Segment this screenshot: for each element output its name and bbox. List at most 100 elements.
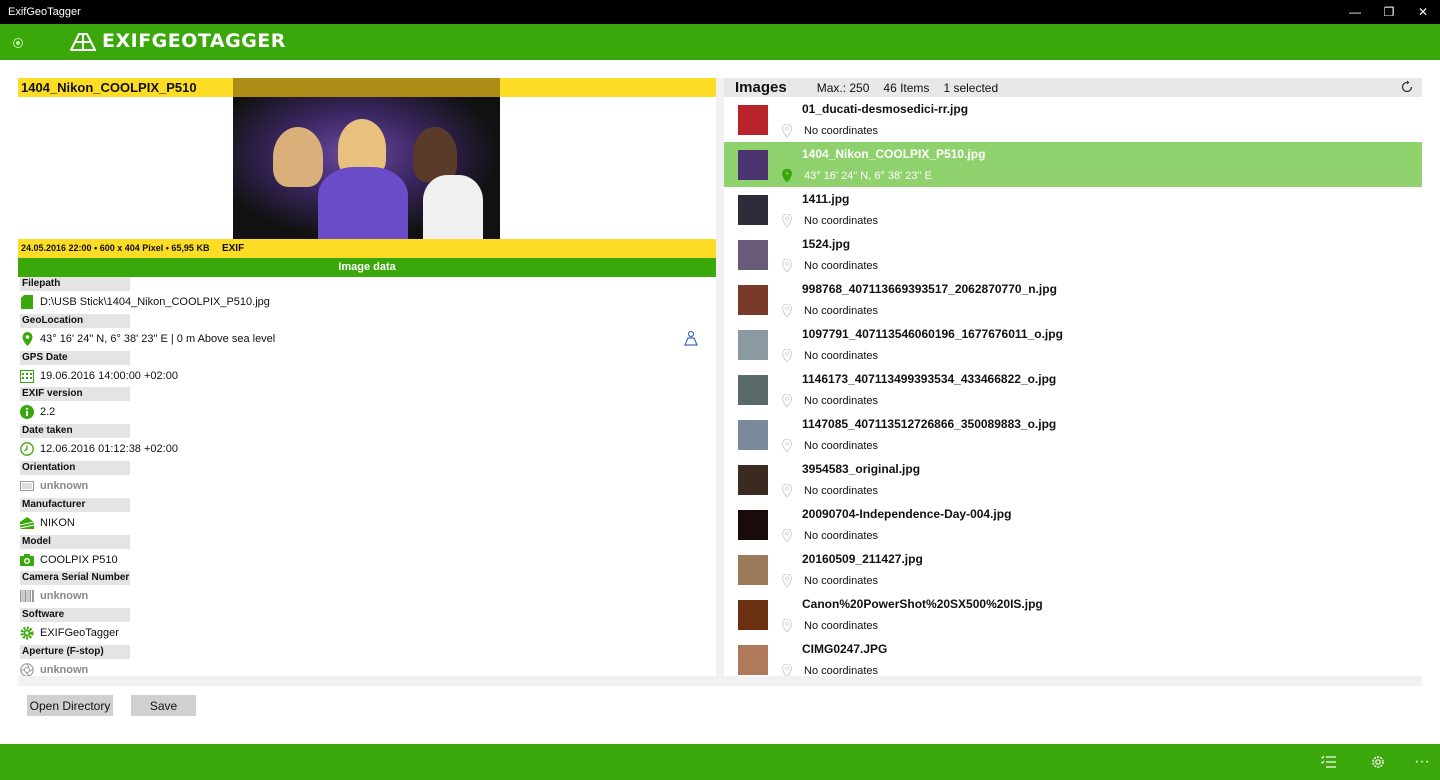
image-coordinates: No coordinates [804, 260, 878, 272]
logo-text: EXIFGEOTAGGER [102, 30, 286, 52]
image-list-item[interactable]: 1097791_407113546060196_1677676011_o.jpg… [724, 322, 1422, 367]
gear-icon[interactable] [1369, 753, 1387, 771]
field-label: Date taken [20, 424, 130, 439]
clock-icon [20, 442, 34, 457]
close-button[interactable]: ✕ [1406, 0, 1440, 24]
location-pin-icon [782, 484, 792, 497]
images-header: Images Max.: 250 46 Items 1 selected [724, 78, 1422, 97]
image-thumbnail [738, 195, 768, 225]
image-coordinates: 43° 16' 24" N, 6° 38' 23" E [804, 170, 932, 182]
image-list-item[interactable]: CIMG0247.JPG No coordinates [724, 637, 1422, 676]
field-value: unknown [20, 661, 88, 676]
field-label: EXIF version [20, 387, 130, 402]
image-filename: CIMG0247.JPG [802, 642, 888, 656]
image-filename: 1147085_407113512726866_350089883_o.jpg [802, 417, 1057, 431]
images-panel: Images Max.: 250 46 Items 1 selected 01_… [724, 78, 1422, 676]
location-pin-icon [782, 214, 792, 227]
image-list-item[interactable]: 1524.jpg No coordinates [724, 232, 1422, 277]
field-value-text: unknown [40, 590, 89, 603]
field-label: GPS Date [20, 350, 130, 365]
location-pin-icon [782, 304, 792, 317]
image-filename: 1524.jpg [802, 237, 851, 251]
image-detail-panel: 1404_Nikon_COOLPIX_P510 24.05.2016 22:00… [18, 78, 716, 676]
more-icon[interactable]: ··· [1413, 753, 1431, 771]
items-count: 46 Items [883, 80, 930, 95]
image-list-item[interactable]: 3954583_original.jpg No coordinates [724, 457, 1422, 502]
image-list-item[interactable]: 1147085_407113512726866_350089883_o.jpg … [724, 412, 1422, 457]
image-field: Camera Serial Number unknown [20, 571, 716, 608]
list-icon[interactable] [1320, 753, 1338, 771]
image-thumbnail [738, 105, 768, 135]
image-filename: 1404_Nikon_COOLPIX_P510.jpg [802, 147, 986, 161]
field-label: Filepath [20, 277, 130, 291]
image-coordinates: No coordinates [804, 125, 878, 137]
image-field: Manufacturer NIKON [20, 497, 716, 535]
image-field: Orientation unknown [20, 460, 716, 498]
bottom-app-bar: ··· [0, 744, 1440, 780]
field-value-text: unknown [40, 663, 89, 676]
image-data-header: Image data [18, 258, 716, 277]
location-pin-icon [782, 169, 792, 182]
orientation-icon [20, 479, 34, 493]
field-label: Manufacturer [20, 497, 130, 512]
save-button[interactable]: Save [131, 695, 196, 716]
field-value: COOLPIX P510 [20, 551, 118, 569]
field-value-text: EXIFGeoTagger [40, 627, 119, 640]
image-list-item[interactable]: 1404_Nikon_COOLPIX_P510.jpg 43° 16' 24" … [724, 142, 1422, 187]
field-value: D:\USB Stick\1404_Nikon_COOLPIX_P510.jpg [20, 293, 270, 311]
image-thumbnail [738, 555, 768, 585]
calendar-icon [20, 369, 34, 383]
image-meta: 24.05.2016 22:00 • 600 x 404 Pixel • 65,… [21, 243, 210, 253]
exif-badge[interactable]: EXIF [222, 239, 244, 258]
minimize-button[interactable]: — [1338, 0, 1372, 24]
panel-splitter[interactable] [716, 78, 724, 676]
refresh-icon[interactable] [1400, 80, 1414, 94]
image-list-item[interactable]: 1411.jpg No coordinates [724, 187, 1422, 232]
image-thumbnail [738, 465, 768, 495]
image-coordinates: No coordinates [804, 440, 878, 452]
images-title: Images [735, 79, 787, 96]
info-icon [20, 405, 34, 420]
location-pin-icon [782, 349, 792, 362]
field-value-text: 2.2 [40, 406, 56, 419]
field-value: NIKON [20, 514, 75, 532]
image-list-item[interactable]: 998768_407113669393517_2062870770_n.jpg … [724, 277, 1422, 322]
image-list-item[interactable]: Canon%20PowerShot%20SX500%20IS.jpg No co… [724, 592, 1422, 637]
horizontal-scrollbar[interactable] [18, 676, 1422, 686]
image-list-item[interactable]: 01_ducati-desmosedici-rr.jpg No coordina… [724, 97, 1422, 142]
image-field: GeoLocation 43° 16' 24" N, 6° 38' 23" E … [20, 313, 716, 351]
location-pin-icon [782, 439, 792, 452]
image-filename: 998768_407113669393517_2062870770_n.jpg [802, 282, 1057, 296]
location-pin-icon [782, 574, 792, 587]
app-header: EXIFGEOTAGGER [0, 24, 1440, 60]
location-pin-icon [782, 394, 792, 407]
map-icon[interactable] [683, 330, 699, 346]
open-directory-button[interactable]: Open Directory [27, 695, 113, 716]
image-field: Aperture (F-stop) unknown [20, 644, 716, 676]
image-meta-bar: 24.05.2016 22:00 • 600 x 404 Pixel • 65,… [18, 239, 716, 258]
field-value-text: 43° 16' 24" N, 6° 38' 23" E | 0 m Above … [40, 332, 276, 345]
image-coordinates: No coordinates [804, 530, 878, 542]
image-list-item[interactable]: 20160509_211427.jpg No coordinates [724, 547, 1422, 592]
camera-icon [20, 553, 34, 567]
barcode-icon [20, 589, 34, 603]
field-value-text: unknown [40, 479, 89, 492]
field-value-text: COOLPIX P510 [40, 553, 118, 566]
maximize-button[interactable]: ❐ [1372, 0, 1406, 24]
image-field: GPS Date 19.06.2016 14:00:00 +02:00 [20, 350, 716, 388]
image-field: Software EXIFGeoTagger [20, 608, 716, 645]
image-thumbnail [738, 420, 768, 450]
image-coordinates: No coordinates [804, 215, 878, 227]
field-label: Orientation [20, 460, 130, 475]
image-filename: 20160509_211427.jpg [802, 552, 923, 566]
image-list-item[interactable]: 20090704-Independence-Day-004.jpg No coo… [724, 502, 1422, 547]
image-thumbnail [738, 645, 768, 675]
location-pin-icon [782, 259, 792, 272]
location-pin-icon [782, 529, 792, 542]
app-logo: EXIFGEOTAGGER [70, 30, 286, 52]
location-pin-icon [782, 619, 792, 632]
back-icon[interactable] [13, 38, 23, 48]
image-list-item[interactable]: 1146173_407113499393534_433466822_o.jpg … [724, 367, 1422, 412]
image-field: EXIF version 2.2 [20, 387, 716, 424]
gear-icon [20, 626, 34, 640]
